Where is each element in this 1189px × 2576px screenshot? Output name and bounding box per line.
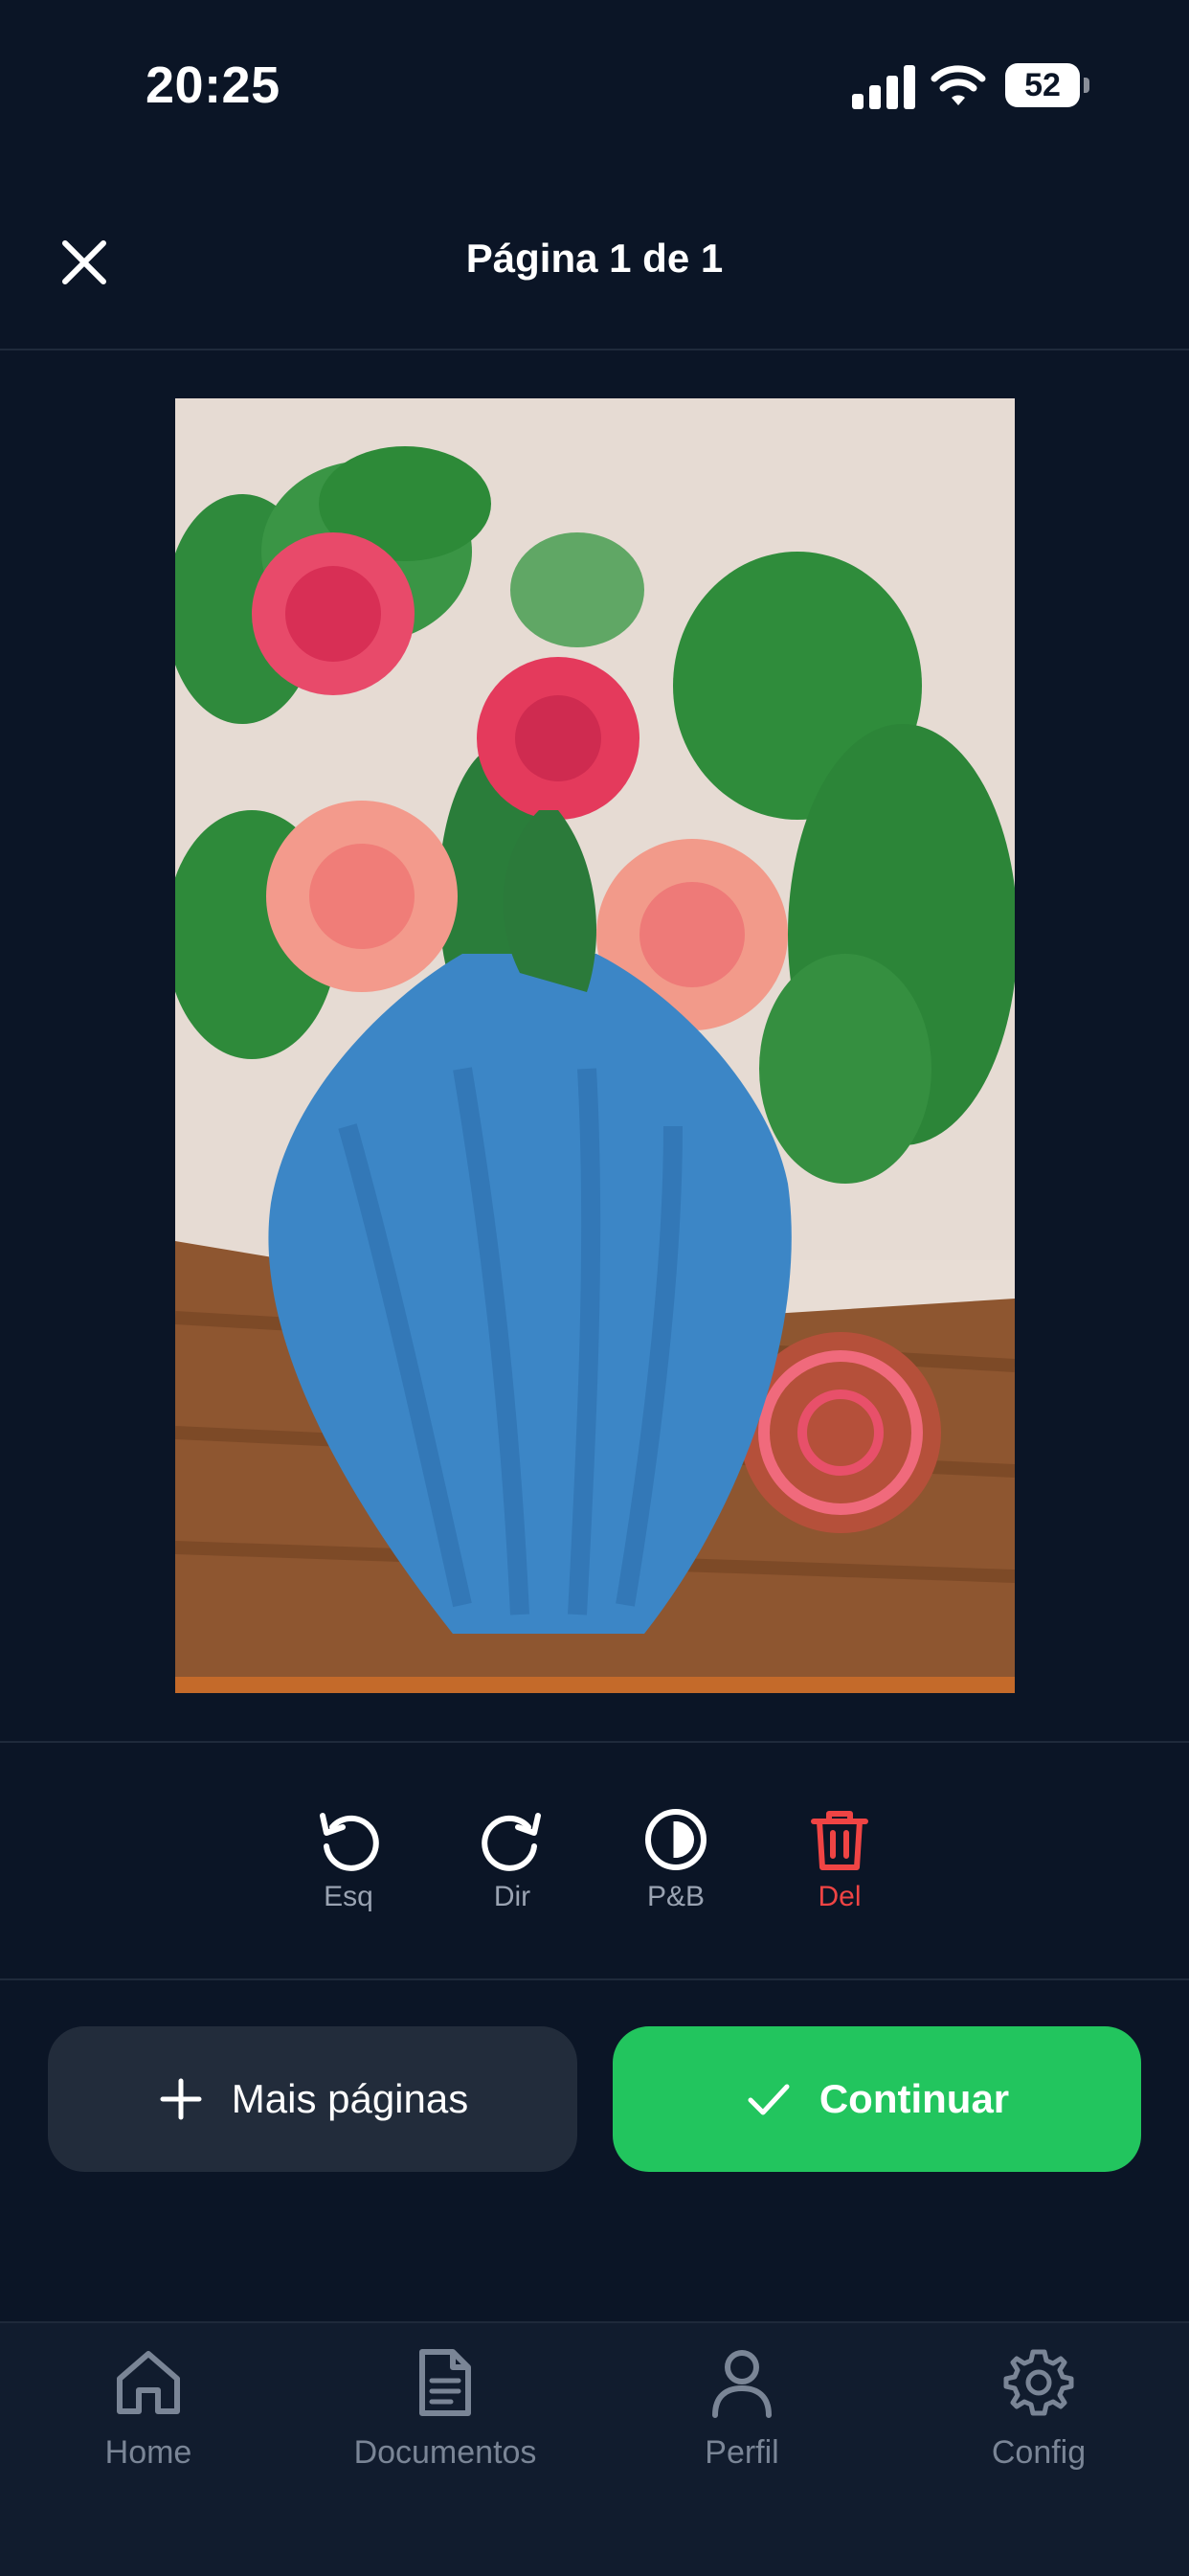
delete-button[interactable]: Del xyxy=(782,1806,897,1913)
trash-icon xyxy=(811,1811,868,1870)
wifi-icon xyxy=(931,65,986,105)
cellular-signal-icon xyxy=(852,65,915,109)
top-bar: Página 1 de 1 xyxy=(0,172,1189,350)
nav-profile-label: Perfil xyxy=(705,2434,779,2471)
rotate-left-icon xyxy=(320,1813,379,1871)
rotate-right-button[interactable]: Dir xyxy=(455,1806,570,1913)
black-white-button[interactable]: P&B xyxy=(618,1806,733,1913)
add-pages-label: Mais páginas xyxy=(231,2076,469,2121)
plus-icon xyxy=(160,2078,202,2120)
status-time: 20:25 xyxy=(146,56,280,114)
nav-home-label: Home xyxy=(104,2434,192,2471)
document-icon xyxy=(419,2349,471,2416)
add-pages-button[interactable]: Mais páginas xyxy=(48,2026,577,2172)
battery-level: 52 xyxy=(1024,67,1061,103)
page-title: Página 1 de 1 xyxy=(465,236,724,281)
nav-item-profile[interactable]: Perfil xyxy=(594,2346,890,2472)
status-bar: 20:25 52 xyxy=(0,0,1189,172)
nav-documents-label: Documentos xyxy=(353,2434,537,2471)
scanned-page-preview[interactable] xyxy=(175,398,1015,1693)
rotate-left-button[interactable]: Esq xyxy=(291,1806,406,1913)
rotate-right-label: Dir xyxy=(493,1881,531,1912)
edit-toolbar: Esq Dir P&B Del xyxy=(0,1741,1189,1980)
bottom-nav: Home Documentos Perfil Config xyxy=(0,2321,1189,2576)
nav-item-config[interactable]: Config xyxy=(890,2346,1187,2472)
user-icon xyxy=(712,2350,772,2418)
delete-label: Del xyxy=(818,1881,862,1912)
painting-image xyxy=(175,398,1015,1693)
nav-item-home[interactable]: Home xyxy=(0,2346,297,2472)
gear-icon xyxy=(1003,2349,1074,2416)
check-icon xyxy=(748,2084,790,2115)
rotate-right-icon xyxy=(482,1813,541,1871)
home-icon xyxy=(117,2351,180,2414)
contrast-icon xyxy=(645,1809,707,1870)
continue-label: Continuar xyxy=(819,2076,1010,2121)
rotate-left-label: Esq xyxy=(324,1881,373,1912)
nav-item-documents[interactable]: Documentos xyxy=(297,2346,594,2472)
battery-icon: 52 xyxy=(1005,63,1089,107)
continue-button[interactable]: Continuar xyxy=(613,2026,1141,2172)
black-white-label: P&B xyxy=(646,1881,706,1912)
nav-config-label: Config xyxy=(991,2434,1087,2471)
